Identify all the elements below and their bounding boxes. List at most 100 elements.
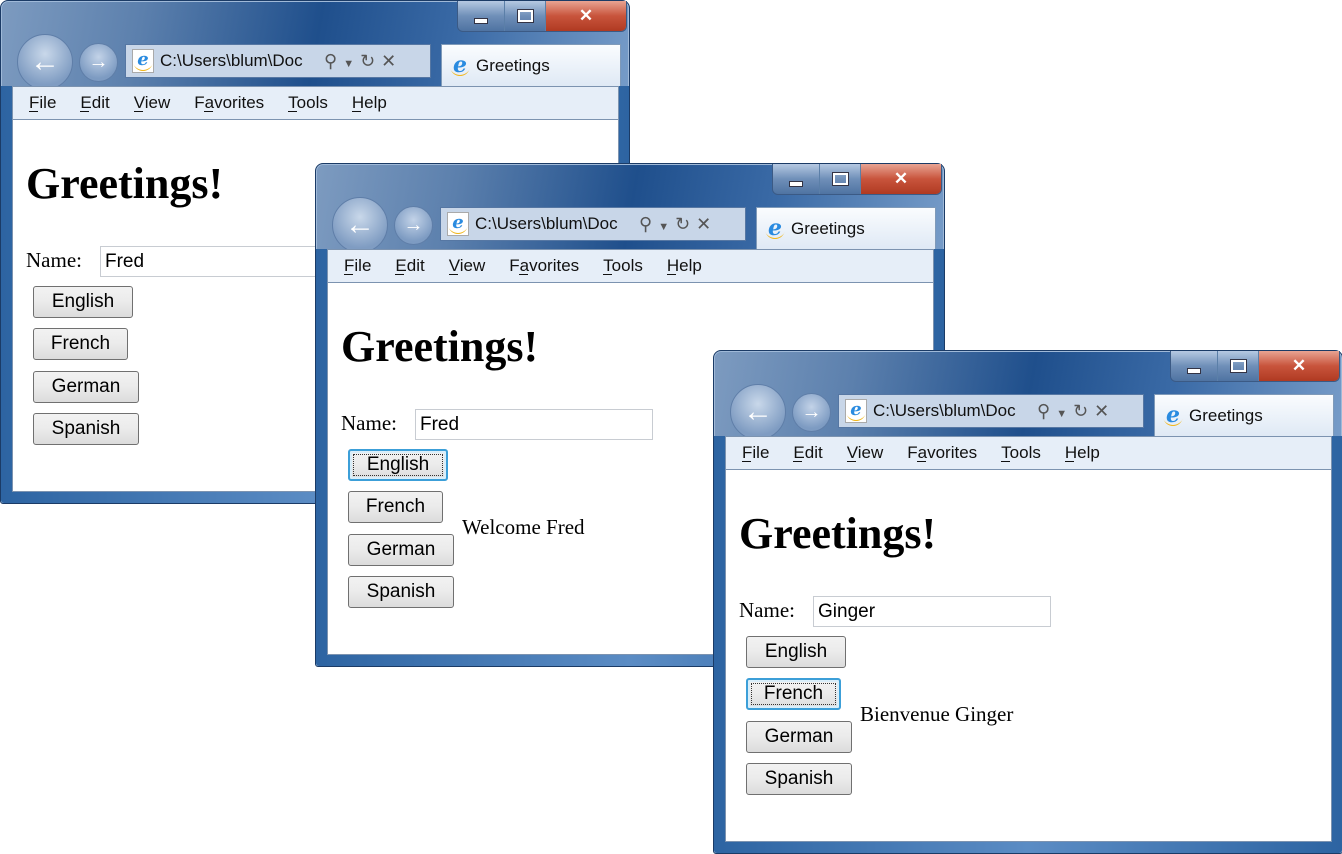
tab-title: Greetings bbox=[476, 55, 550, 75]
menu-favorites[interactable]: Favorites bbox=[907, 443, 978, 463]
close-button[interactable]: ✕ bbox=[860, 164, 941, 194]
menu-help[interactable]: Help bbox=[351, 93, 387, 113]
menu-tools[interactable]: Tools bbox=[288, 93, 328, 113]
tab-greetings[interactable]: e Greetings bbox=[441, 44, 621, 86]
menu-tools[interactable]: Tools bbox=[1001, 443, 1041, 463]
menu-file[interactable]: File bbox=[344, 256, 372, 276]
minimize-button[interactable] bbox=[458, 1, 504, 31]
maximize-button[interactable] bbox=[819, 164, 860, 194]
menu-view[interactable]: View bbox=[846, 443, 884, 463]
ie-logo-icon: e bbox=[765, 217, 785, 239]
minimize-icon bbox=[474, 18, 488, 24]
caption-buttons: ✕ bbox=[1170, 351, 1340, 382]
address-text[interactable]: C:\Users\blum\Doc bbox=[873, 401, 1031, 421]
address-bar[interactable]: e C:\Users\blum\Doc ⚲▼↻✕ bbox=[838, 394, 1144, 428]
french-button[interactable]: French bbox=[348, 491, 443, 523]
close-button[interactable]: ✕ bbox=[545, 1, 626, 31]
name-input[interactable] bbox=[415, 409, 653, 440]
forward-button[interactable]: → bbox=[394, 206, 433, 245]
menu-view[interactable]: View bbox=[448, 256, 486, 276]
back-arrow-icon: ← bbox=[743, 395, 773, 428]
back-arrow-icon: ← bbox=[30, 45, 60, 78]
refresh-icon[interactable]: ↻ bbox=[675, 214, 696, 234]
forward-arrow-icon: → bbox=[88, 51, 109, 73]
german-button[interactable]: German bbox=[33, 371, 139, 403]
menu-bar: File Edit View Favorites Tools Help bbox=[12, 86, 619, 120]
menu-help[interactable]: Help bbox=[666, 256, 702, 276]
english-button[interactable]: English bbox=[746, 636, 846, 668]
close-icon: ✕ bbox=[893, 169, 909, 188]
search-icon[interactable]: ⚲ bbox=[324, 51, 343, 71]
address-tools: ⚲▼↻✕ bbox=[1037, 401, 1115, 422]
menu-file[interactable]: File bbox=[29, 93, 57, 113]
caption-buttons: ✕ bbox=[457, 1, 627, 32]
back-arrow-icon: ← bbox=[345, 208, 375, 241]
forward-button[interactable]: → bbox=[792, 393, 831, 432]
ie-page-icon: e bbox=[845, 399, 867, 423]
forward-button[interactable]: → bbox=[79, 43, 118, 82]
page-heading: Greetings! bbox=[739, 509, 937, 558]
name-input[interactable] bbox=[100, 246, 338, 277]
maximize-icon bbox=[1229, 359, 1247, 373]
close-icon: ✕ bbox=[1291, 356, 1307, 375]
search-icon[interactable]: ⚲ bbox=[1037, 401, 1056, 421]
german-button[interactable]: German bbox=[348, 534, 454, 566]
name-label: Name: bbox=[739, 598, 795, 622]
tab-title: Greetings bbox=[791, 218, 865, 238]
french-button[interactable]: French bbox=[33, 328, 128, 360]
maximize-button[interactable] bbox=[504, 1, 545, 31]
stop-icon[interactable]: ✕ bbox=[1094, 401, 1115, 421]
caption-buttons: ✕ bbox=[772, 164, 942, 195]
refresh-icon[interactable]: ↻ bbox=[1073, 401, 1094, 421]
minimize-icon bbox=[789, 181, 803, 187]
menu-view[interactable]: View bbox=[133, 93, 171, 113]
english-button[interactable]: English bbox=[348, 449, 448, 481]
name-input[interactable] bbox=[813, 596, 1051, 627]
english-button[interactable]: English bbox=[33, 286, 133, 318]
menu-help[interactable]: Help bbox=[1064, 443, 1100, 463]
ie-page-icon: e bbox=[447, 212, 469, 236]
dropdown-icon[interactable]: ▼ bbox=[658, 221, 675, 233]
forward-arrow-icon: → bbox=[403, 214, 424, 236]
minimize-button[interactable] bbox=[773, 164, 819, 194]
menu-bar: File Edit View Favorites Tools Help bbox=[327, 249, 934, 283]
browser-window: ✕ ← → e C:\Users\blum\Doc ⚲▼↻✕ e Greetin… bbox=[713, 350, 1342, 854]
menu-file[interactable]: File bbox=[742, 443, 770, 463]
maximize-button[interactable] bbox=[1217, 351, 1258, 381]
tab-title: Greetings bbox=[1189, 405, 1263, 425]
dropdown-icon[interactable]: ▼ bbox=[343, 58, 360, 70]
menu-edit[interactable]: Edit bbox=[395, 256, 425, 276]
tab-greetings[interactable]: e Greetings bbox=[756, 207, 936, 249]
tab-greetings[interactable]: e Greetings bbox=[1154, 394, 1334, 436]
maximize-icon bbox=[831, 172, 849, 186]
address-text[interactable]: C:\Users\blum\Doc bbox=[160, 51, 318, 71]
back-button[interactable]: ← bbox=[332, 197, 388, 253]
stop-icon[interactable]: ✕ bbox=[381, 51, 402, 71]
menu-favorites[interactable]: Favorites bbox=[509, 256, 580, 276]
french-button[interactable]: French bbox=[746, 678, 841, 710]
back-button[interactable]: ← bbox=[17, 34, 73, 90]
ie-logo-icon: e bbox=[1163, 404, 1183, 426]
forward-arrow-icon: → bbox=[801, 401, 822, 423]
german-button[interactable]: German bbox=[746, 721, 852, 753]
minimize-icon bbox=[1187, 368, 1201, 374]
address-bar[interactable]: e C:\Users\blum\Doc ⚲▼↻✕ bbox=[125, 44, 431, 78]
menu-edit[interactable]: Edit bbox=[793, 443, 823, 463]
menu-favorites[interactable]: Favorites bbox=[194, 93, 265, 113]
stop-icon[interactable]: ✕ bbox=[696, 214, 717, 234]
address-bar[interactable]: e C:\Users\blum\Doc ⚲▼↻✕ bbox=[440, 207, 746, 241]
spanish-button[interactable]: Spanish bbox=[746, 763, 852, 795]
address-text[interactable]: C:\Users\blum\Doc bbox=[475, 214, 633, 234]
spanish-button[interactable]: Spanish bbox=[33, 413, 139, 445]
dropdown-icon[interactable]: ▼ bbox=[1056, 408, 1073, 420]
back-button[interactable]: ← bbox=[730, 384, 786, 440]
menu-tools[interactable]: Tools bbox=[603, 256, 643, 276]
spanish-button[interactable]: Spanish bbox=[348, 576, 454, 608]
menu-edit[interactable]: Edit bbox=[80, 93, 110, 113]
name-label: Name: bbox=[341, 411, 397, 435]
refresh-icon[interactable]: ↻ bbox=[360, 51, 381, 71]
search-icon[interactable]: ⚲ bbox=[639, 214, 658, 234]
minimize-button[interactable] bbox=[1171, 351, 1217, 381]
close-button[interactable]: ✕ bbox=[1258, 351, 1339, 381]
page-heading: Greetings! bbox=[26, 159, 224, 208]
